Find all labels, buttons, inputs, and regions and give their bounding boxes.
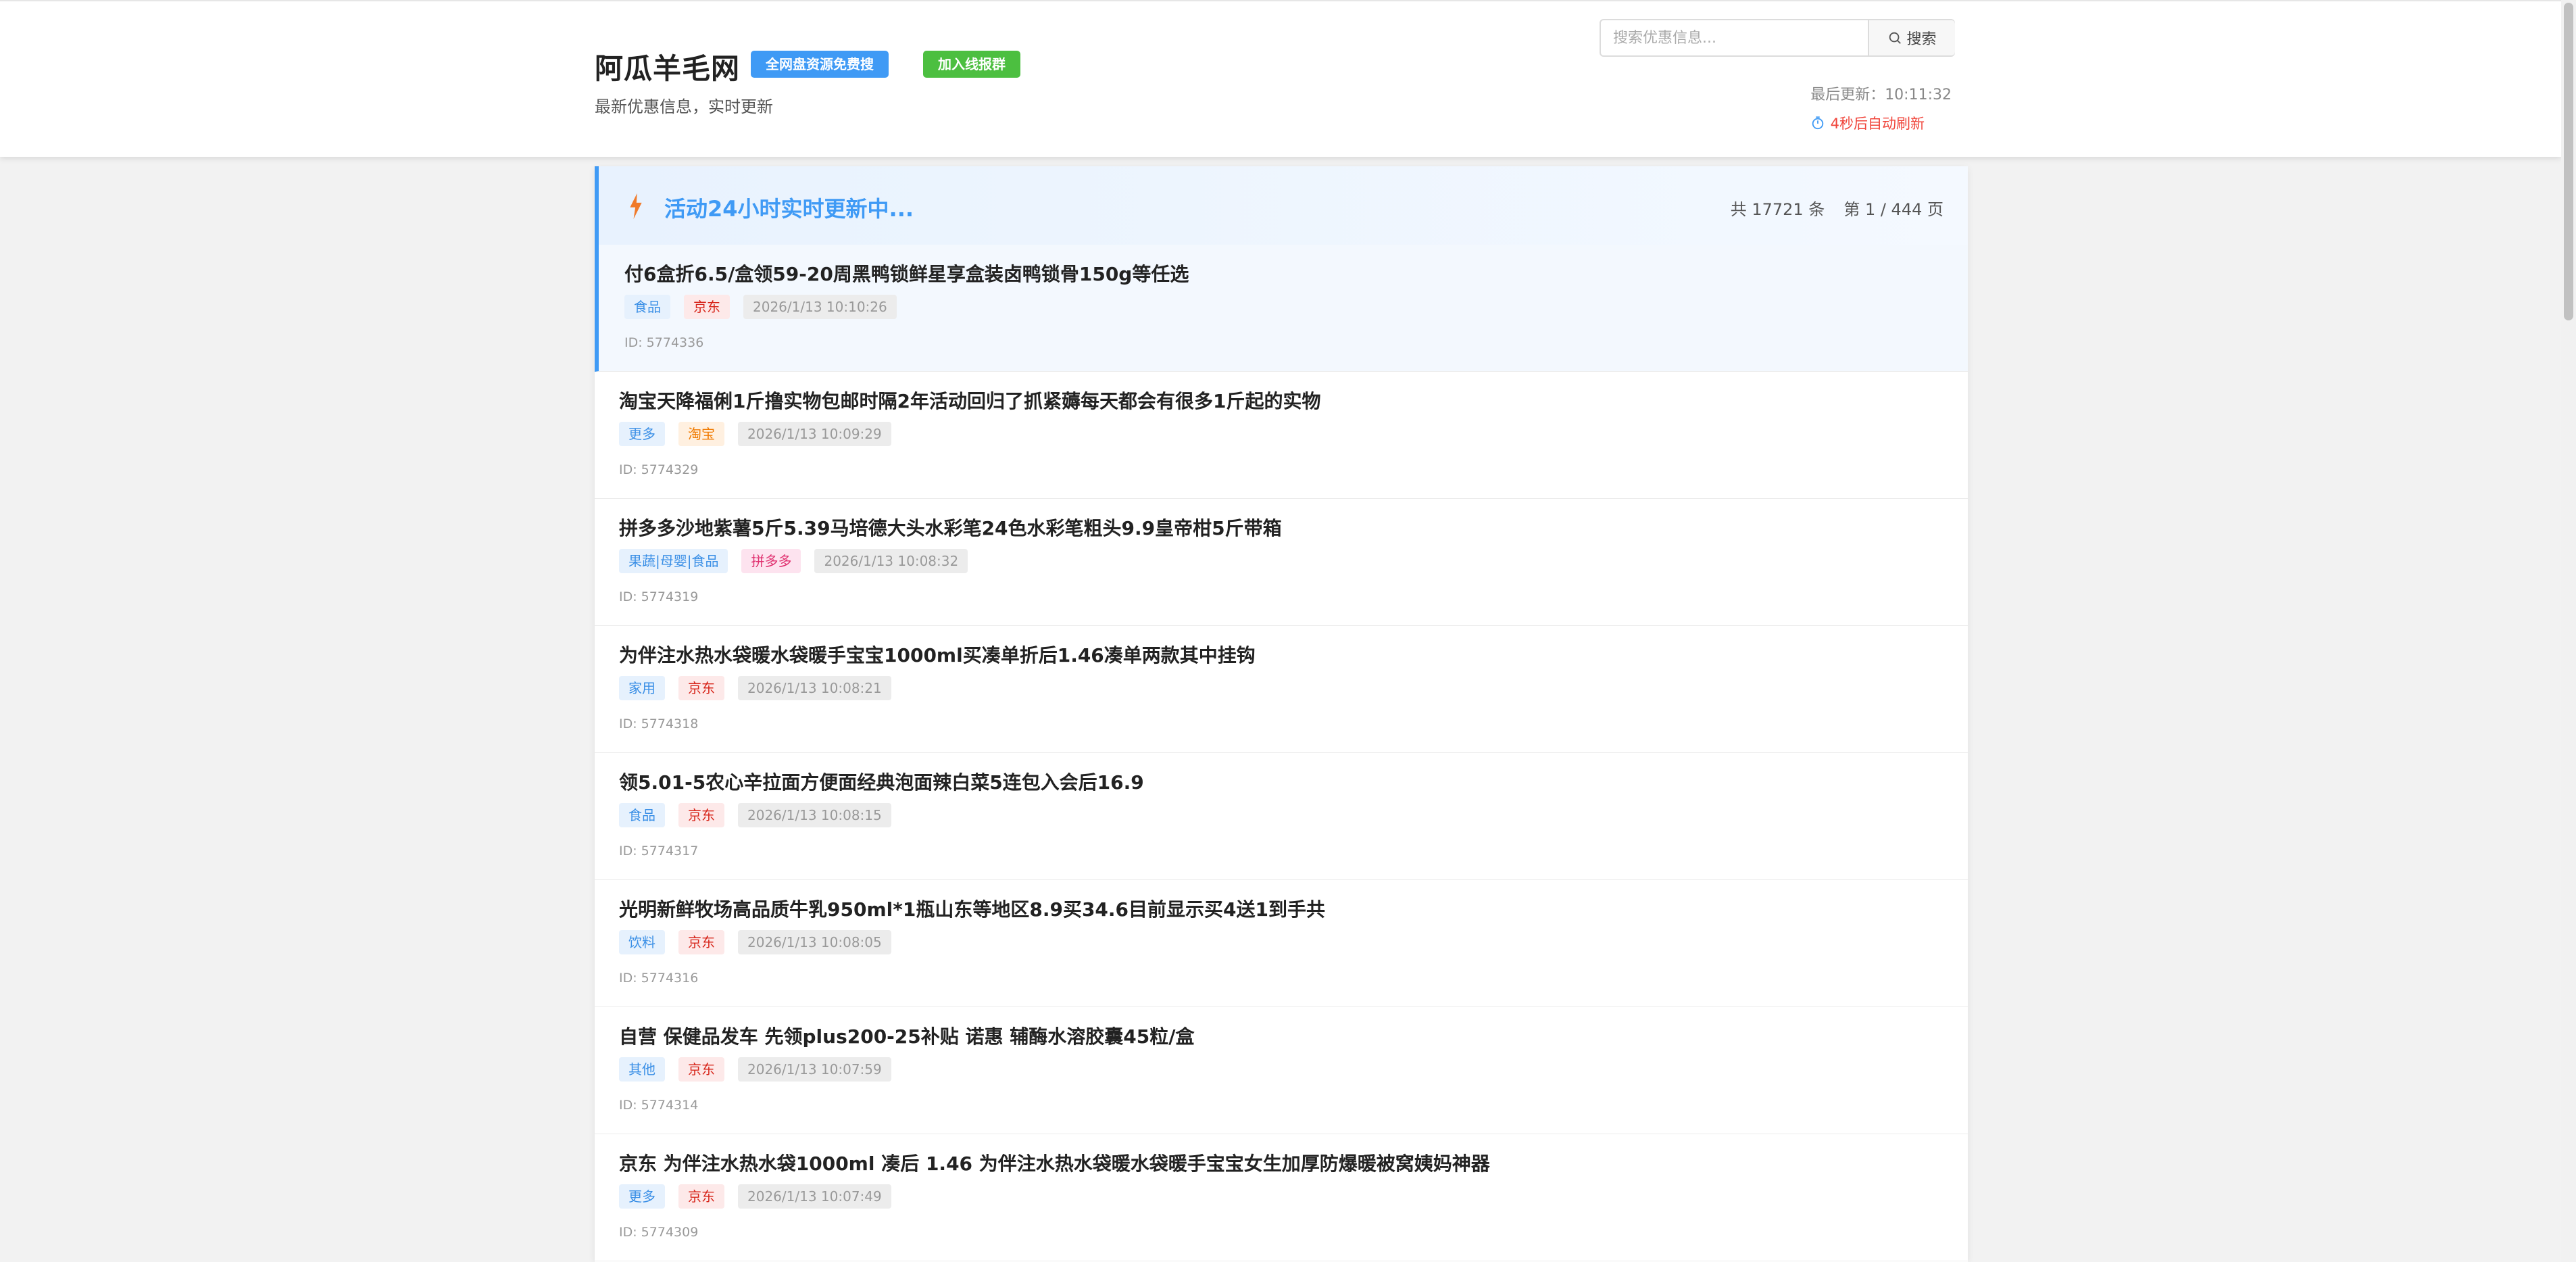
category-tag: 家用 (619, 676, 665, 700)
deal-item[interactable]: 京东 为伴注水热水袋1000ml 凑后 1.46 为伴注水热水袋暖水袋暖手宝宝女… (595, 1134, 1968, 1261)
auto-refresh-text: 4秒后自动刷新 (1830, 116, 1925, 132)
list-header: 活动24小时实时更新中... 共 17721 条 第 1 / 444 页 (595, 166, 1968, 245)
platform-tag: 淘宝 (678, 422, 724, 446)
deal-item[interactable]: 自营 保健品发车 先领plus200-25补贴 诺惠 辅酶水溶胶囊45粒/盒 其… (595, 1007, 1968, 1134)
deal-title[interactable]: 自营 保健品发车 先领plus200-25补贴 诺惠 辅酶水溶胶囊45粒/盒 (619, 1022, 1194, 1049)
deal-title[interactable]: 拼多多沙地紫薯5斤5.39马培德大头水彩笔24色水彩笔粗头9.9皇帝柑5斤带箱 (619, 514, 1282, 541)
deal-item[interactable]: 付6盒折6.5/盒领59-20周黑鸭锁鲜星享盒装卤鸭锁骨150g等任选 食品 京… (595, 245, 1968, 372)
time-tag: 2026/1/13 10:08:15 (738, 803, 891, 827)
page-indicator: 第 1 / 444 页 (1843, 200, 1943, 219)
platform-tag: 京东 (684, 295, 730, 319)
total-count: 共 17721 条 (1730, 200, 1825, 219)
deal-item[interactable]: 拼多多沙地紫薯5斤5.39马培德大头水彩笔24色水彩笔粗头9.9皇帝柑5斤带箱 … (595, 499, 1968, 626)
deal-title[interactable]: 付6盒折6.5/盒领59-20周黑鸭锁鲜星享盒装卤鸭锁骨150g等任选 (624, 260, 1189, 287)
site-title[interactable]: 阿瓜羊毛网 (595, 46, 740, 87)
deal-id: ID: 5774329 (619, 462, 699, 477)
timer-icon (1812, 116, 1823, 130)
category-tag: 食品 (619, 803, 665, 827)
category-tag: 食品 (624, 295, 670, 319)
category-tag: 果蔬|母婴|食品 (619, 549, 728, 573)
time-tag: 2026/1/13 10:08:32 (814, 549, 968, 573)
deal-id: ID: 5774319 (619, 589, 699, 604)
deal-item[interactable]: 为伴注水热水袋暖水袋暖手宝宝1000ml买凑单折后1.46凑单两款其中挂钩 家用… (595, 626, 1968, 753)
category-tag: 更多 (619, 422, 665, 446)
time-tag: 2026/1/13 10:07:59 (738, 1057, 891, 1082)
site-subtitle: 最新优惠信息，实时更新 (595, 97, 773, 116)
deal-item[interactable]: 领5.01-5农心辛拉面方便面经典泡面辣白菜5连包入会后16.9 食品 京东 2… (595, 753, 1968, 880)
deal-id: ID: 5774316 (619, 971, 699, 986)
category-tag: 其他 (619, 1057, 665, 1082)
search-button[interactable]: 搜索 (1868, 20, 1955, 55)
search-box: 搜索 (1600, 19, 1955, 57)
scrollbar-thumb[interactable] (2564, 3, 2573, 320)
category-tag: 饮料 (619, 930, 665, 954)
time-tag: 2026/1/13 10:10:26 (743, 295, 897, 319)
deal-title[interactable]: 淘宝天降福俐1斤撸实物包邮时隔2年活动回归了抓紧薅每天都会有很多1斤起的实物 (619, 387, 1320, 414)
search-icon (1889, 32, 1902, 44)
deal-title[interactable]: 光明新鲜牧场高品质牛乳950ml*1瓶山东等地区8.9买34.6目前显示买4送1… (619, 895, 1325, 922)
time-tag: 2026/1/13 10:08:21 (738, 676, 891, 700)
platform-tag: 拼多多 (741, 549, 801, 573)
lightning-icon (630, 193, 642, 219)
deal-title[interactable]: 领5.01-5农心辛拉面方便面经典泡面辣白菜5连包入会后16.9 (619, 768, 1144, 795)
site-header: 阿瓜羊毛网 全网盘资源免费搜 加入线报群 最新优惠信息，实时更新 搜索 最后更新… (0, 0, 2561, 157)
deal-id: ID: 5774317 (619, 844, 699, 858)
time-tag: 2026/1/13 10:09:29 (738, 422, 891, 446)
last-updated: 最后更新：10:11:32 (1810, 87, 1952, 103)
platform-tag: 京东 (678, 803, 724, 827)
deal-id: ID: 5774309 (619, 1225, 699, 1240)
deal-id: ID: 5774314 (619, 1098, 699, 1113)
deal-id: ID: 5774336 (624, 335, 704, 350)
platform-tag: 京东 (678, 1057, 724, 1082)
list-stats: 共 17721 条 第 1 / 444 页 (1731, 196, 1943, 220)
deal-list-panel: 活动24小时实时更新中... 共 17721 条 第 1 / 444 页 付6盒… (595, 166, 1968, 1262)
platform-tag: 京东 (678, 676, 724, 700)
platform-tag: 京东 (678, 1184, 724, 1209)
platform-tag: 京东 (678, 930, 724, 954)
deal-title[interactable]: 京东 为伴注水热水袋1000ml 凑后 1.46 为伴注水热水袋暖水袋暖手宝宝女… (619, 1149, 1490, 1176)
deal-title[interactable]: 为伴注水热水袋暖水袋暖手宝宝1000ml买凑单折后1.46凑单两款其中挂钩 (619, 641, 1256, 668)
join-group-badge[interactable]: 加入线报群 (923, 51, 1020, 78)
category-tag: 更多 (619, 1184, 665, 1209)
deal-id: ID: 5774318 (619, 717, 699, 731)
page-scrollbar[interactable] (2561, 0, 2576, 1262)
time-tag: 2026/1/13 10:08:05 (738, 930, 891, 954)
search-button-label: 搜索 (1906, 31, 1937, 48)
deal-item[interactable]: 淘宝天降福俐1斤撸实物包邮时隔2年活动回归了抓紧薅每天都会有很多1斤起的实物 更… (595, 372, 1968, 499)
time-tag: 2026/1/13 10:07:49 (738, 1184, 891, 1209)
list-title: 活动24小时实时更新中... (664, 196, 914, 222)
auto-refresh-status: 4秒后自动刷新 (1810, 113, 1925, 133)
deal-item[interactable]: 光明新鲜牧场高品质牛乳950ml*1瓶山东等地区8.9买34.6目前显示买4送1… (595, 880, 1968, 1007)
search-input[interactable] (1601, 20, 1868, 55)
resource-search-badge[interactable]: 全网盘资源免费搜 (751, 51, 889, 78)
